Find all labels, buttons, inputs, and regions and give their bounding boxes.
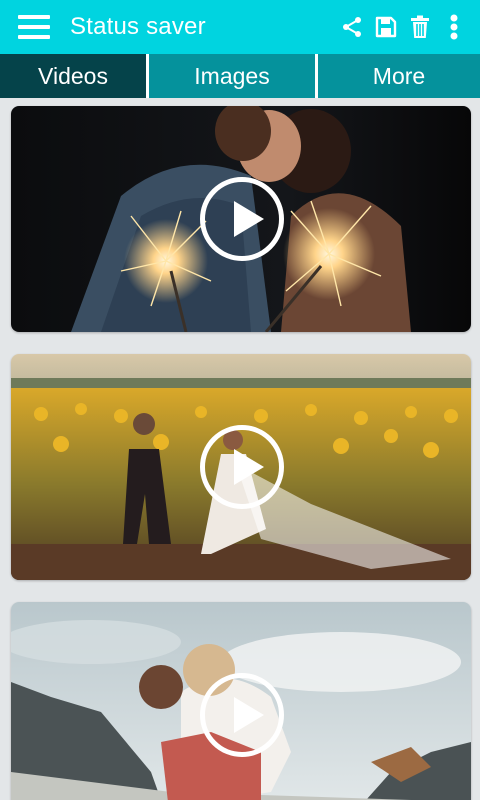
app-title: Status saver: [70, 13, 206, 40]
more-vert-icon[interactable]: [438, 11, 470, 43]
play-icon[interactable]: [200, 177, 284, 261]
play-icon[interactable]: [200, 673, 284, 757]
video-card[interactable]: [11, 354, 471, 580]
menu-icon[interactable]: [18, 14, 52, 40]
delete-icon[interactable]: [404, 11, 436, 43]
tab-images[interactable]: Images: [149, 54, 315, 98]
tab-videos[interactable]: Videos: [0, 54, 146, 98]
video-card[interactable]: [11, 106, 471, 332]
tab-more[interactable]: More: [318, 54, 480, 98]
app-bar: Status saver: [0, 0, 480, 54]
video-card[interactable]: [11, 602, 471, 800]
toolbar-actions: [334, 0, 470, 54]
share-icon[interactable]: [336, 11, 368, 43]
play-icon[interactable]: [200, 425, 284, 509]
save-icon[interactable]: [370, 11, 402, 43]
tab-bar: Videos Images More: [0, 54, 480, 98]
video-feed: [0, 98, 480, 800]
